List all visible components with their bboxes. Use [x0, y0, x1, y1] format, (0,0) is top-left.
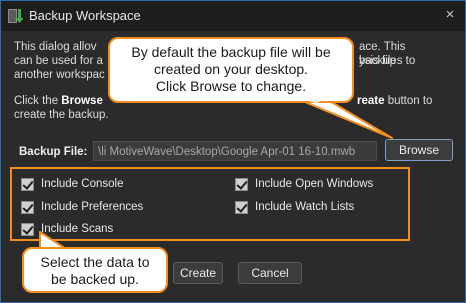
pointer-seam-covers [41, 99, 326, 251]
